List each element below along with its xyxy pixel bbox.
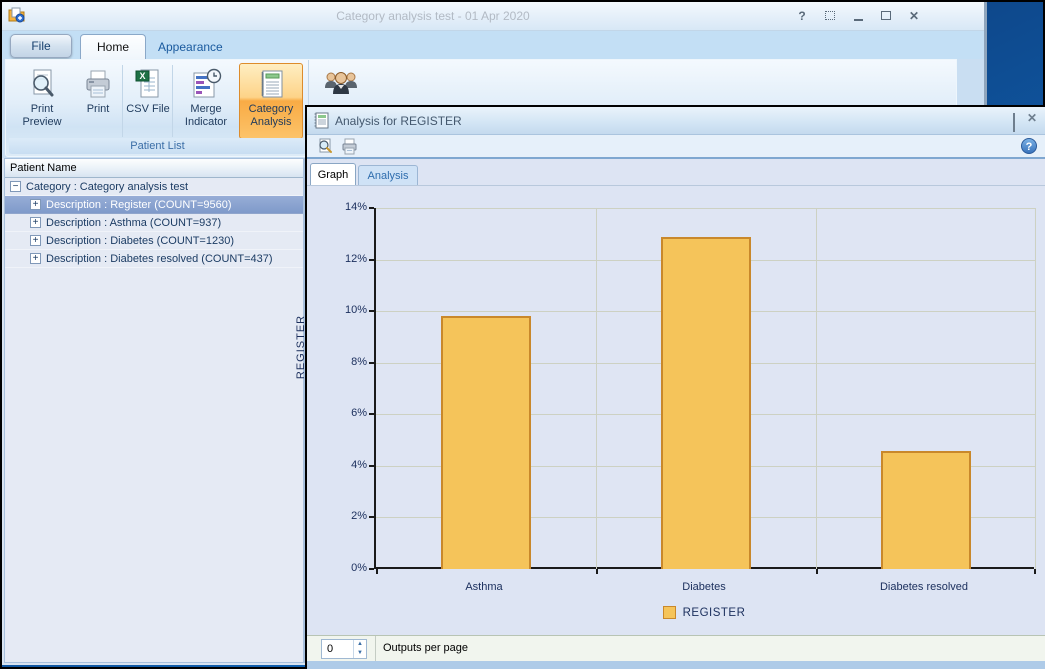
close-icon[interactable]: ✕ xyxy=(906,8,922,23)
minimize-icon[interactable] xyxy=(850,8,866,23)
y-axis-title: REGISTER xyxy=(295,314,307,380)
expand-icon[interactable]: + xyxy=(30,235,41,246)
csv-file-button[interactable]: X CSV File xyxy=(125,63,171,139)
print-preview-button[interactable]: Print Preview xyxy=(11,63,73,139)
print-preview-icon xyxy=(33,69,54,97)
people-icon xyxy=(325,72,357,94)
stepper-up-icon[interactable]: ▲ xyxy=(354,640,366,649)
y-tick-label: 10% xyxy=(344,304,367,316)
tree-item-label: Description : Asthma (COUNT=937) xyxy=(46,216,222,229)
expand-icon[interactable] xyxy=(822,8,838,23)
svg-text:X: X xyxy=(139,71,145,81)
screenshot-root: Category analysis test - 01 Apr 2020 ? ✕… xyxy=(0,0,1045,669)
dialog-tabs: Graph Analysis xyxy=(307,161,1045,185)
expand-icon[interactable]: + xyxy=(30,253,41,264)
legend-label: REGISTER xyxy=(682,606,746,619)
tree-item-label: Description : Diabetes resolved (COUNT=4… xyxy=(46,252,273,265)
chart-legend: REGISTER xyxy=(374,606,1034,619)
tab-graph[interactable]: Graph xyxy=(310,163,356,185)
stepper-value[interactable]: 0 xyxy=(322,640,353,658)
graph-tab-content: REGISTER 14% 12% 10% 8% 6% 4% 2% 0% Asth… xyxy=(295,185,1045,635)
dialog-print-preview-icon[interactable] xyxy=(317,138,334,155)
x-category-label: Asthma xyxy=(465,581,503,593)
help-icon[interactable]: ? xyxy=(794,8,810,23)
csv-file-icon: X xyxy=(135,69,159,98)
legend-swatch xyxy=(662,606,676,619)
y-tick-label: 4% xyxy=(351,459,367,471)
dialog-toolbar: ? xyxy=(307,135,1045,159)
outputs-per-page-label: Outputs per page xyxy=(383,642,469,654)
tab-appearance[interactable]: Appearance xyxy=(142,34,239,59)
y-tick-label: 12% xyxy=(344,253,367,265)
tree-row-diabetes[interactable]: + Description : Diabetes (COUNT=1230) xyxy=(5,232,303,250)
tab-analysis[interactable]: Analysis xyxy=(358,165,418,185)
tree-item-label: Description : Register (COUNT=9560) xyxy=(46,198,232,211)
expand-icon[interactable]: + xyxy=(30,199,41,210)
dialog-title: Analysis for REGISTER xyxy=(335,114,462,128)
x-category-label: Diabetes xyxy=(682,581,726,593)
maximize-icon[interactable] xyxy=(878,8,894,23)
dialog-print-icon[interactable] xyxy=(341,138,358,155)
patient-tree-panel: Patient Name − Category : Category analy… xyxy=(4,158,305,663)
y-tick-label: 2% xyxy=(351,510,367,522)
y-tick-label: 0% xyxy=(351,562,367,574)
dialog-titlebar: Analysis for REGISTER ✕ xyxy=(307,107,1045,135)
dialog-maximize-icon[interactable] xyxy=(1012,113,1015,132)
print-button[interactable]: Print xyxy=(75,63,121,139)
analysis-dialog: Analysis for REGISTER ✕ ? Graph Analysis… xyxy=(295,105,1045,669)
tree-root-row[interactable]: − Category : Category analysis test xyxy=(5,178,303,196)
bar-diabetes xyxy=(661,237,751,569)
ribbon-group-caption: Patient List xyxy=(9,138,306,154)
y-tick-label: 8% xyxy=(351,356,367,368)
outputs-per-page-stepper[interactable]: 0 ▲ ▼ xyxy=(321,639,367,659)
merge-indicator-icon xyxy=(193,68,222,98)
tab-home[interactable]: Home xyxy=(80,34,147,59)
bar-asthma xyxy=(441,316,531,569)
ribbon-tabstrip: File Home Appearance xyxy=(2,31,984,59)
expand-icon[interactable]: + xyxy=(30,217,41,228)
tree-row-diabetes-resolved[interactable]: + Description : Diabetes resolved (COUNT… xyxy=(5,250,303,268)
category-analysis-button[interactable]: Category Analysis xyxy=(239,63,303,139)
x-category-label: Diabetes resolved xyxy=(879,581,969,593)
tree-root-label: Category : Category analysis test xyxy=(26,180,189,193)
merge-indicator-button[interactable]: Merge Indicator xyxy=(175,63,237,139)
category-analysis-icon xyxy=(261,70,283,98)
app-titlebar: Category analysis test - 01 Apr 2020 ? ✕ xyxy=(2,2,984,31)
ribbon-group-patient-list: Print Preview Print X CSV File Merge Ind… xyxy=(9,60,306,156)
stepper-down-icon[interactable]: ▼ xyxy=(354,649,366,658)
tree-row-asthma[interactable]: + Description : Asthma (COUNT=937) xyxy=(5,214,303,232)
file-menu-button[interactable]: File xyxy=(10,34,72,58)
dialog-close-icon[interactable]: ✕ xyxy=(1027,111,1037,132)
y-tick-label: 6% xyxy=(351,407,367,419)
tree-item-label: Description : Diabetes (COUNT=1230) xyxy=(46,234,234,247)
y-tick-label: 14% xyxy=(344,201,367,213)
bar-diabetes-resolved xyxy=(881,451,971,569)
print-icon xyxy=(86,70,110,98)
bar-chart-plot-area xyxy=(369,207,1036,574)
dialog-help-icon[interactable]: ? xyxy=(1021,138,1037,154)
collapse-icon[interactable]: − xyxy=(10,181,21,192)
app-window-title: Category analysis test - 01 Apr 2020 xyxy=(336,9,530,23)
tree-row-register[interactable]: + Description : Register (COUNT=9560) xyxy=(5,196,303,214)
tree-column-header[interactable]: Patient Name xyxy=(5,159,303,178)
dialog-icon xyxy=(313,112,330,129)
dialog-bottom-bar: 0 ▲ ▼ Outputs per page xyxy=(307,635,1045,662)
window-controls: ? ✕ xyxy=(794,8,922,23)
